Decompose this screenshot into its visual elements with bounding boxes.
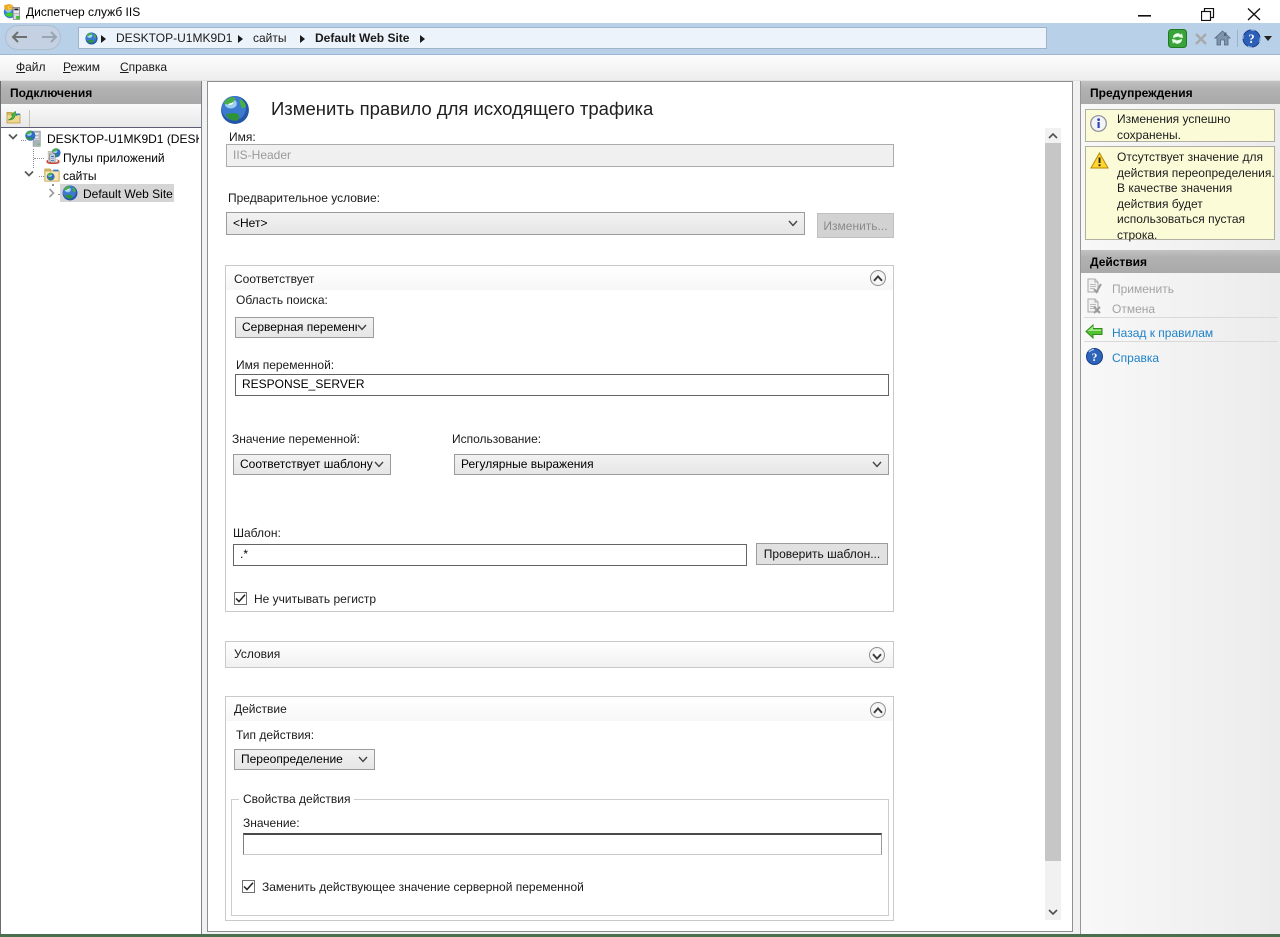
svg-text:?: ? (1092, 352, 1098, 364)
svg-text:?: ? (1248, 32, 1254, 46)
